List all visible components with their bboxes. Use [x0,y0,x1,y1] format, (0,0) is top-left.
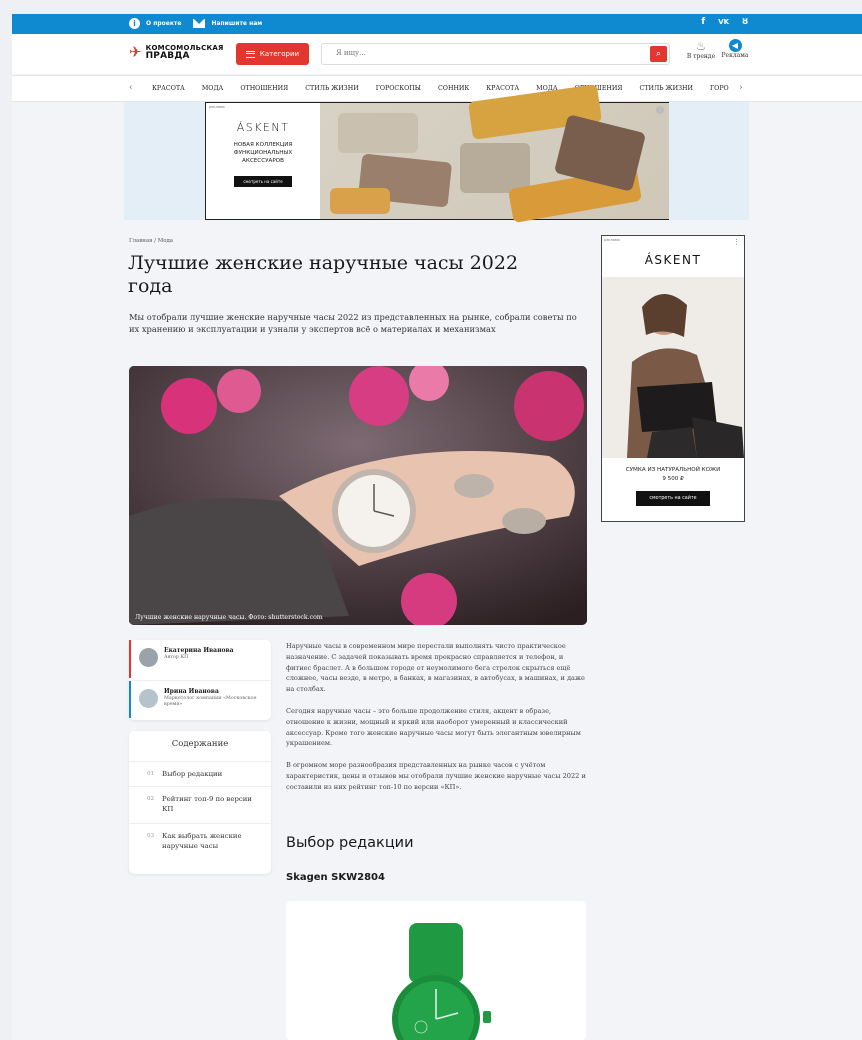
article-paragraph: Наручные часы в современном мире переста… [286,642,585,694]
toc-item-2[interactable]: 02 Рейтинг топ-9 по версии КП [129,786,271,822]
author-role: Автор КП [164,655,189,660]
toc-text: Как выбрать женские наручные часы [162,832,242,850]
menu-next-icon[interactable]: › [739,83,743,93]
top-banner-ad: реклама ÁSKENT НОВАЯ КОЛЛЕКЦИЯ ФУНКЦИОНА… [124,84,749,224]
section-title: Выбор редакции [286,835,414,851]
author-name: Екатерина Иванова [164,647,234,654]
toc-number: 02 [147,796,155,802]
menu-item[interactable]: КРАСОТА [152,85,185,92]
menu-item[interactable]: ГОРОСКОПЫ [376,85,421,92]
side-ad-options-icon[interactable]: ⋮ [733,238,740,246]
author-item[interactable]: Екатерина Иванова Автор КП [129,640,271,678]
toc-item-1[interactable]: 01 Выбор редакции [129,761,271,785]
side-ad-price: 9 500 ₽ [662,476,684,482]
menu-item[interactable]: МОДА [202,85,224,92]
avatar [139,689,158,708]
toc-number: 01 [147,771,155,777]
search-button[interactable]: ⌕ [650,46,667,62]
toc-text: Выбор редакции [162,770,223,778]
breadcrumb[interactable]: Главная / Мода [129,238,173,244]
author-item[interactable]: Ирина Иванова Маркетолог компании «Моско… [129,680,271,718]
side-ad-image [602,277,744,458]
article-lead: Мы отобрали лучшие женские наручные часы… [129,312,577,334]
categories-button[interactable]: Категории [236,43,309,65]
menu-item[interactable]: ГОРО [710,85,729,92]
banner-options-icon[interactable]: ⋮ [656,106,664,114]
article-paragraph: Сегодня наручные часы – это больше продо… [286,706,581,748]
page-frame: i О проекте Напишите нам f VK ȣ ✈ КОМСОМ… [12,14,862,1040]
menu-item[interactable]: СОННИК [438,85,469,92]
toc-number: 03 [147,833,155,839]
search-input[interactable] [336,49,636,57]
write-us-link[interactable]: Напишите нам [211,20,262,27]
trend-label: В тренде [686,53,716,60]
banner-cta-button[interactable]: смотреть на сайте [234,176,292,187]
odnoklassniki-icon[interactable]: ȣ [742,17,748,27]
side-ad-product: СУМКА ИЗ НАТУРАЛЬНОЙ КОЖИ [625,467,721,473]
mail-icon [193,19,206,28]
site-header: ✈ КОМСОМОЛЬСКАЯПРАВДА Категории ⌕ ♨ В тр… [12,34,862,74]
author-name: Ирина Иванова [164,688,219,695]
table-of-contents: Содержание 01 Выбор редакции 02 Рейтинг … [129,731,271,874]
logo-star-icon: ✈ [129,42,142,61]
menu-item[interactable]: КРАСОТА [486,85,519,92]
green-watch-illustration [392,923,491,1040]
ads-link[interactable]: ◀ Реклама [718,39,752,59]
side-ad-brand: ÁSKENT [644,253,702,267]
vk-icon[interactable]: VK [718,17,729,27]
ads-label: Реклама [721,52,749,59]
banner-text: НОВАЯ КОЛЛЕКЦИЯ ФУНКЦИОНАЛЬНЫХ АКСЕССУАР… [233,142,293,164]
banner-ad-label: реклама [209,105,225,109]
avatar [139,648,158,667]
categories-label: Категории [259,50,300,58]
article-photo: Лучшие женские наручные часы. Фото: shut… [129,366,587,625]
authors-card: Екатерина Иванова Автор КП Ирина Иванова… [129,640,271,720]
flame-icon: ♨ [695,39,707,53]
toc-heading: Содержание [171,739,229,749]
product-image [286,901,586,1040]
menu-prev-icon[interactable]: ‹ [129,83,133,93]
page-title: Лучшие женские наручные часы 2022 года [128,252,519,297]
toc-item-3[interactable]: 03 Как выбрать женские наручные часы [129,823,271,863]
search-icon: ⌕ [655,49,662,59]
side-ad-cta-button[interactable]: смотреть на сайте [636,491,710,506]
category-menu: ‹ КРАСОТА МОДА ОТНОШЕНИЯ СТИЛЬ ЖИЗНИ ГОРОСКО… [12,75,862,102]
megaphone-icon: ◀ [728,39,742,52]
product-title: Skagen SKW2804 [286,872,385,883]
watch-photo-illustration [129,366,587,625]
photo-caption: Лучшие женские наручные часы. Фото: shut… [135,614,323,621]
site-logo[interactable]: ✈ КОМСОМОЛЬСКАЯ ПРАВДА [129,42,224,61]
search-box: ⌕ [321,43,670,65]
menu-list: КРАСОТА МОДА ОТНОШЕНИЯ СТИЛЬ ЖИЗНИ ГОРОСКОПЫ… [152,85,746,92]
menu-item[interactable]: СТИЛЬ ЖИЗНИ [305,85,358,92]
menu-icon [245,50,255,58]
top-bar: i О проекте Напишите нам f VK ȣ [12,14,862,34]
article-body: Наручные часы в современном мире переста… [286,641,586,804]
banner-image [320,84,669,224]
about-link[interactable]: О проекте [146,20,181,27]
trend-link[interactable]: ♨ В тренде [684,39,718,60]
side-ad-label: реклама [604,238,620,242]
article-paragraph: В огромном море разнообразия представлен… [286,761,586,791]
author-role: Маркетолог компании «Московское время» [164,696,257,707]
toc-text: Рейтинг топ-9 по версии КП [162,795,252,813]
menu-item[interactable]: СТИЛЬ ЖИЗНИ [640,85,693,92]
menu-item[interactable]: ОТНОШЕНИЯ [240,85,288,92]
logo-text-bottom: ПРАВДА [145,51,190,61]
banner-card[interactable]: реклама ÁSKENT НОВАЯ КОЛЛЕКЦИЯ ФУНКЦИОНА… [205,84,669,224]
banner-brand: ÁSKENT [236,121,290,134]
side-banner-ad[interactable]: реклама ⋮ ÁSKENT СУМКА ИЗ НАТУРАЛЬНОЙ КО… [601,235,745,522]
facebook-icon[interactable]: f [701,17,705,27]
info-icon: i [129,18,140,29]
